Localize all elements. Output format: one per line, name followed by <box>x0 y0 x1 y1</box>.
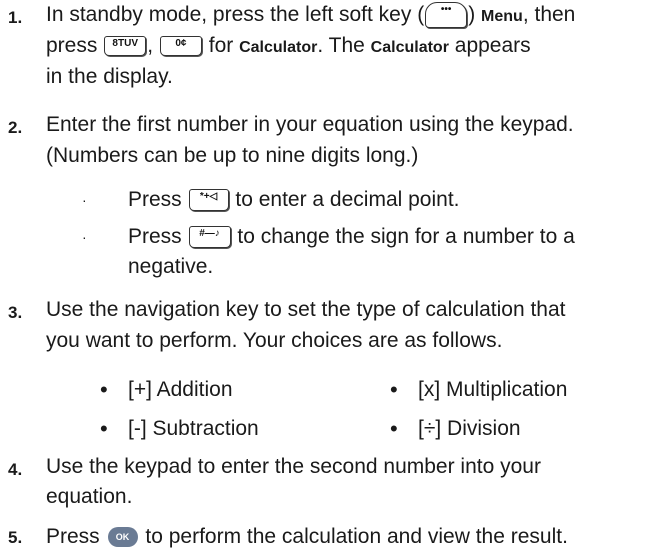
option-addition: [+] Addition <box>128 378 233 401</box>
step-number: 2. <box>8 118 23 137</box>
step-number: 5. <box>8 528 23 547</box>
bullet: • <box>390 377 398 402</box>
text: ) <box>468 3 476 26</box>
option-multiplication: [x] Multiplication <box>418 378 568 401</box>
hash-key-icon: #—♪ <box>188 226 231 249</box>
text: press <box>46 34 98 57</box>
step-text-line: Enter the first number in your equation … <box>46 113 574 136</box>
text: , then <box>522 3 576 26</box>
option-subtraction: [-] Subtraction <box>128 417 259 440</box>
left-soft-key-icon: ••• <box>425 2 468 29</box>
text: , <box>147 34 154 57</box>
step-number: 3. <box>8 303 23 322</box>
text: . The <box>317 34 365 57</box>
step-number: 1. <box>8 8 23 27</box>
step-text-line: equation. <box>46 485 133 508</box>
bullet: • <box>390 416 398 441</box>
bullet: • <box>100 416 108 441</box>
sub-bullet-text: negative. <box>128 255 214 278</box>
calculator-label: Calculator <box>370 39 449 56</box>
key-8-icon: 8TUV <box>104 36 147 57</box>
calculator-label: Calculator <box>239 39 318 56</box>
bullet: • <box>100 377 108 402</box>
text: to enter a decimal point. <box>235 188 460 211</box>
text: appears <box>454 34 531 57</box>
text: Press <box>46 525 100 548</box>
key-0-icon: 0¢ <box>159 36 202 57</box>
sub-bullet-text: Press *+◁ to enter a decimal point. <box>128 185 460 215</box>
text: Press <box>128 225 182 248</box>
text: to change the sign for a number to a <box>237 225 575 248</box>
step-text-line: (Numbers can be up to nine digits long.) <box>46 144 419 167</box>
step-text-line: Press OK to perform the calculation and … <box>46 522 568 552</box>
star-key-icon: *+◁ <box>188 189 229 212</box>
step-text-line: press 8TUV, 0¢ for Calculator. The Calcu… <box>46 31 531 63</box>
menu-label: Menu <box>481 8 523 25</box>
bullet: · <box>82 192 87 208</box>
text: In standby mode, press the left soft key… <box>46 3 425 26</box>
ok-key-icon: OK <box>107 527 138 548</box>
bullet: · <box>82 229 87 245</box>
step-text-line: Use the navigation key to set the type o… <box>46 298 566 321</box>
text: to perform the calculation and view the … <box>145 525 568 548</box>
step-text-line: Use the keypad to enter the second numbe… <box>46 455 541 478</box>
step-number: 4. <box>8 460 23 479</box>
sub-bullet-text: Press #—♪ to change the sign for a numbe… <box>128 222 575 252</box>
step-text-line: In standby mode, press the left soft key… <box>46 0 575 32</box>
text: for <box>208 34 234 57</box>
step-text-line: you want to perform. Your choices are as… <box>46 329 503 352</box>
text: Press <box>128 188 182 211</box>
option-division: [÷] Division <box>418 417 521 440</box>
step-text-line: in the display. <box>46 65 173 88</box>
